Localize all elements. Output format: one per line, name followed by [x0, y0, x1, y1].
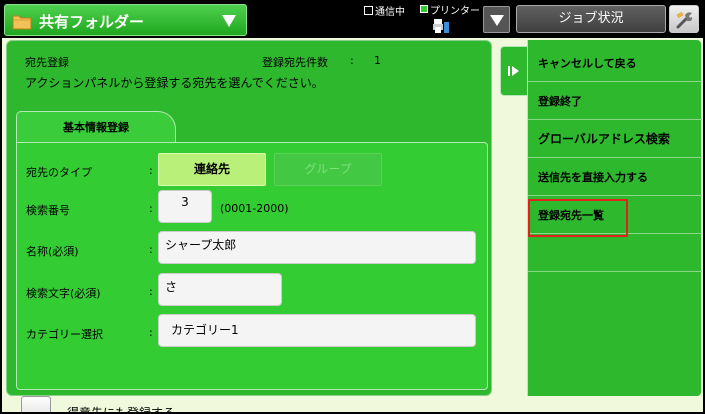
- search-text-colon: :: [149, 285, 153, 298]
- chevron-down-icon: [222, 15, 236, 27]
- comm-status: 通信中: [364, 3, 405, 18]
- folder-icon: [12, 11, 32, 31]
- search-no-label: 検索番号: [26, 204, 70, 217]
- category-colon: :: [149, 326, 153, 339]
- chevron-down-icon: [490, 15, 504, 26]
- folder-selector[interactable]: 共有フォルダー: [4, 4, 247, 36]
- page-title: 宛先登録: [25, 56, 69, 69]
- type-group-button[interactable]: グループ: [274, 153, 382, 186]
- action-panel: キャンセルして戻る 登録終了 グローバルアドレス検索 送信先を直接入力する 登録…: [527, 40, 702, 396]
- finish-registration-button[interactable]: 登録終了: [528, 83, 702, 120]
- instruction-text: アクションパネルから登録する宛先を選んでください。: [25, 76, 324, 90]
- status-dropdown-button[interactable]: [483, 6, 510, 33]
- basic-info-form: 宛先のタイプ : 連絡先 グループ 検索番号 : 3 (0001-2000) 名…: [16, 142, 488, 390]
- comm-status-label: 通信中: [375, 6, 405, 18]
- search-text-label: 検索文字(必須): [26, 287, 101, 300]
- main-panel: 宛先登録 登録宛先件数 : 1 アクションパネルから登録する宛先を選んでください…: [6, 40, 492, 414]
- tab-basic-info[interactable]: 基本情報登録: [16, 111, 176, 143]
- type-colon: :: [149, 164, 153, 177]
- search-no-range-hint: (0001-2000): [220, 202, 289, 215]
- printer-status: プリンター: [420, 2, 480, 17]
- comm-indicator-icon: [364, 5, 373, 15]
- folder-label: 共有フォルダー: [39, 13, 145, 31]
- category-label: カテゴリー選択: [26, 328, 103, 341]
- printer-icon: [432, 17, 450, 35]
- tool-button[interactable]: [669, 5, 699, 33]
- dest-count-colon: :: [350, 54, 354, 67]
- search-text-field[interactable]: さ: [158, 273, 282, 306]
- name-label: 名称(必須): [26, 245, 79, 258]
- search-no-field[interactable]: 3: [158, 190, 212, 223]
- printer-indicator-icon: [420, 5, 428, 13]
- action-panel-toggle[interactable]: [500, 46, 528, 96]
- job-status-button[interactable]: ジョブ状況: [516, 5, 666, 33]
- name-field[interactable]: シャープ太郎: [158, 231, 476, 264]
- top-bar: 共有フォルダー 通信中 プリンター ジョブ状況: [0, 0, 705, 38]
- dest-count-value: 1: [374, 54, 381, 67]
- printer-status-label: プリンター: [430, 5, 480, 17]
- global-address-search-button[interactable]: グローバルアドレス検索: [528, 121, 702, 158]
- cancel-and-back-button[interactable]: キャンセルして戻る: [528, 45, 702, 82]
- type-contact-button[interactable]: 連絡先: [158, 153, 266, 186]
- category-select[interactable]: カテゴリー1: [158, 314, 476, 347]
- search-no-colon: :: [149, 202, 153, 215]
- name-colon: :: [149, 243, 153, 256]
- dest-count-label: 登録宛先件数: [262, 56, 328, 69]
- favorite-checkbox[interactable]: [21, 396, 51, 414]
- favorite-label: 得意先にも登録する: [67, 406, 176, 414]
- type-label: 宛先のタイプ: [26, 166, 92, 179]
- direct-input-button[interactable]: 送信先を直接入力する: [528, 159, 702, 196]
- registered-list-button[interactable]: 登録宛先一覧: [528, 197, 702, 237]
- side-empty-slot: [528, 235, 702, 272]
